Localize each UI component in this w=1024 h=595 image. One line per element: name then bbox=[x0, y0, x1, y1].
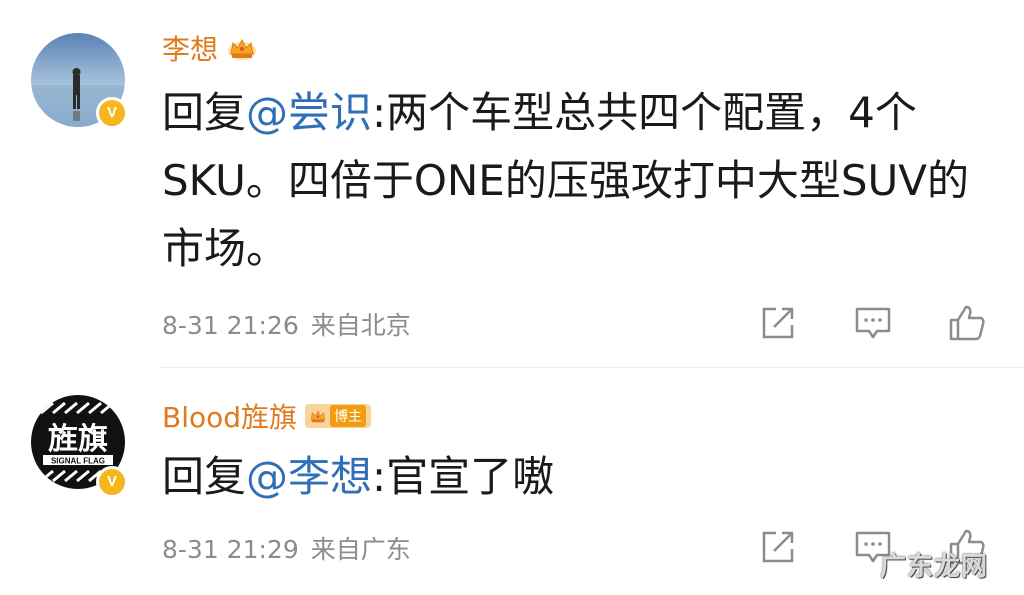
comment-text: 回复@尝识:两个车型总共四个配置，4个SKU。四倍于ONE的压强攻打中大型SUV… bbox=[162, 79, 1007, 283]
verified-badge: V bbox=[96, 97, 128, 129]
crown-icon bbox=[228, 38, 257, 60]
author-name-text: Blood旌旗 bbox=[162, 401, 298, 434]
comment-body: :官宣了嗷 bbox=[372, 452, 555, 501]
mention-link[interactable]: @李想 bbox=[246, 452, 372, 501]
location: 来自广东 bbox=[310, 535, 411, 564]
author-name[interactable]: Blood旌旗 博主 bbox=[162, 396, 372, 436]
comment-meta: 8-31 21:29 来自广东 bbox=[162, 530, 411, 566]
comment-icon[interactable] bbox=[853, 303, 893, 343]
verified-badge: V bbox=[96, 466, 128, 498]
timestamp: 8-31 21:26 bbox=[162, 311, 299, 340]
comment-meta: 8-31 21:26 来自北京 bbox=[162, 306, 411, 342]
crown-icon bbox=[310, 410, 326, 423]
timestamp: 8-31 21:29 bbox=[162, 535, 299, 564]
avatar-text: 旌旗 bbox=[48, 422, 108, 457]
comment-item-1: V 李想 回复@尝识:两个车型总共四个配置，4个SKU。四倍于ONE的压强攻打中… bbox=[0, 0, 1024, 368]
share-icon[interactable] bbox=[758, 303, 798, 343]
avatar-subtext: SIGNAL FLAG bbox=[51, 457, 105, 466]
author-name[interactable]: 李想 bbox=[162, 28, 258, 68]
comment-item-2: 旌旗 SIGNAL FLAG V Blood旌旗 博主 回复@李想:官宣了嗷 8… bbox=[0, 370, 1024, 595]
mention-link[interactable]: @尝识 bbox=[246, 88, 372, 137]
like-icon[interactable] bbox=[947, 303, 987, 343]
tag-label: 博主 bbox=[330, 405, 367, 427]
blogger-tag: 博主 bbox=[305, 404, 372, 428]
author-name-text: 李想 bbox=[162, 33, 219, 66]
share-icon[interactable] bbox=[758, 527, 798, 567]
watermark: 广东龙网 bbox=[879, 552, 988, 582]
comment-text: 回复@李想:官宣了嗷 bbox=[162, 443, 1007, 511]
location: 来自北京 bbox=[310, 311, 411, 340]
divider bbox=[160, 367, 1024, 368]
reply-prefix: 回复 bbox=[162, 452, 247, 501]
reply-prefix: 回复 bbox=[162, 88, 247, 137]
